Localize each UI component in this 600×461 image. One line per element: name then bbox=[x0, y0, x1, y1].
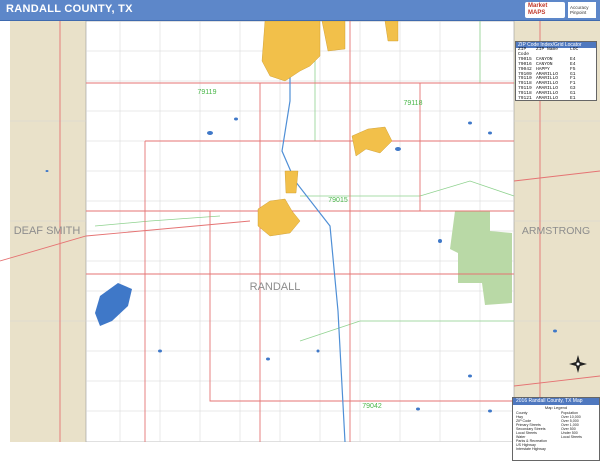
legend-item: Local Streets bbox=[561, 435, 582, 439]
zip-label-79042: 79042 bbox=[362, 403, 382, 410]
zip-label-79015: 79015 bbox=[328, 197, 348, 204]
randall-county-area bbox=[85, 20, 515, 443]
legend-item: Interstate Highway bbox=[516, 447, 546, 451]
legend-subtitle: Map Legend bbox=[544, 405, 568, 410]
west-margin bbox=[0, 21, 10, 442]
accuracy-logo: Accuracy Pinpoint bbox=[568, 2, 596, 18]
zip-index-table: ZIP Code Index/Grid Locator ZIP Code ZIP… bbox=[515, 41, 597, 101]
logo-side-text: Accuracy Pinpoint bbox=[570, 5, 589, 15]
market-maps-logo: Market MAPS bbox=[525, 2, 565, 18]
zip-row: 79121 AMARILLO E1 bbox=[518, 96, 576, 102]
legend-title: 2016 Randall County, TX Map bbox=[513, 398, 599, 405]
county-map[interactable]: DEAF SMITH ARMSTRONG RANDALL 79119 79118… bbox=[0, 20, 600, 461]
deaf-smith-label: DEAF SMITH bbox=[14, 225, 81, 237]
randall-label: RANDALL bbox=[250, 281, 301, 293]
map-title: RANDALL COUNTY, TX bbox=[6, 3, 133, 15]
armstrong-label: ARMSTRONG bbox=[522, 225, 590, 237]
map-canvas[interactable]: DEAF SMITH ARMSTRONG RANDALL 79119 79118… bbox=[0, 20, 600, 443]
title-bar: RANDALL COUNTY, TX Market MAPS Accuracy … bbox=[0, 0, 600, 21]
zip-label-79118: 79118 bbox=[404, 100, 423, 107]
logo-brand: Market MAPS bbox=[528, 3, 548, 16]
zip-label-79119: 79119 bbox=[198, 89, 217, 96]
map-legend: 2016 Randall County, TX Map Map Legend C… bbox=[512, 397, 600, 461]
